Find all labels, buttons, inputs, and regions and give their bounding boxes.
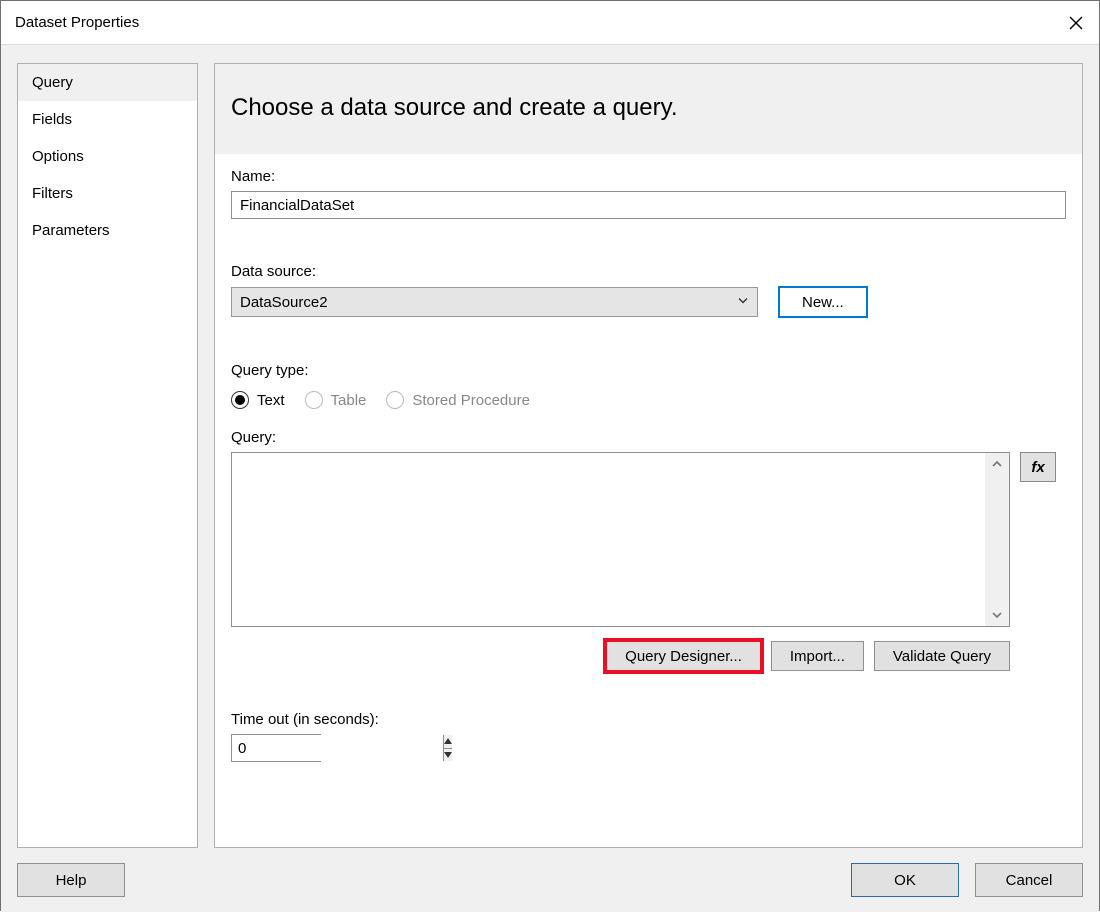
- query-textarea-wrap: [231, 452, 1010, 627]
- button-label: Cancel: [1006, 872, 1053, 889]
- name-input[interactable]: [231, 191, 1066, 219]
- help-button[interactable]: Help: [17, 863, 125, 897]
- button-label: Query Designer...: [625, 648, 742, 665]
- timeout-spinner: [231, 734, 321, 762]
- fx-icon: fx: [1031, 459, 1044, 476]
- window-title: Dataset Properties: [15, 14, 139, 31]
- spin-down-button[interactable]: [444, 748, 452, 762]
- panel-heading: Choose a data source and create a query.: [231, 94, 1066, 122]
- radio-label: Table: [331, 392, 367, 409]
- chevron-down-icon: [737, 294, 749, 311]
- expression-button[interactable]: fx: [1020, 452, 1056, 482]
- scrollbar[interactable]: [985, 453, 1009, 626]
- sidebar-item-query[interactable]: Query: [18, 64, 197, 101]
- category-sidebar: Query Fields Options Filters Parameters: [17, 63, 198, 848]
- radio-table: Table: [305, 391, 367, 409]
- query-type-label: Query type:: [231, 362, 1066, 379]
- radio-label: Stored Procedure: [412, 392, 530, 409]
- radio-icon: [386, 391, 404, 409]
- sidebar-item-options[interactable]: Options: [18, 138, 197, 175]
- ok-button[interactable]: OK: [851, 863, 959, 897]
- button-label: Import...: [790, 648, 845, 665]
- radio-label: Text: [257, 392, 285, 409]
- sidebar-item-label: Filters: [32, 185, 73, 202]
- radio-stored-procedure: Stored Procedure: [386, 391, 530, 409]
- validate-query-button[interactable]: Validate Query: [874, 641, 1010, 671]
- radio-text[interactable]: Text: [231, 391, 285, 409]
- data-source-dropdown[interactable]: DataSource2: [231, 287, 758, 317]
- main-panel: Choose a data source and create a query.…: [214, 63, 1083, 848]
- sidebar-item-label: Parameters: [32, 222, 110, 239]
- import-button[interactable]: Import...: [771, 641, 864, 671]
- panel-header: Choose a data source and create a query.: [215, 64, 1082, 154]
- scroll-up-icon[interactable]: [985, 453, 1009, 475]
- close-icon: [1069, 16, 1083, 30]
- sidebar-item-fields[interactable]: Fields: [18, 101, 197, 138]
- titlebar: Dataset Properties: [1, 1, 1099, 45]
- cancel-button[interactable]: Cancel: [975, 863, 1083, 897]
- close-button[interactable]: [1053, 1, 1099, 45]
- new-data-source-button[interactable]: New...: [778, 286, 868, 318]
- spin-up-button[interactable]: [444, 735, 452, 748]
- button-label: OK: [894, 872, 916, 889]
- query-type-radios: Text Table Stored Procedure: [231, 391, 1066, 409]
- sidebar-item-label: Fields: [32, 111, 72, 128]
- query-designer-button[interactable]: Query Designer...: [606, 641, 761, 671]
- sidebar-item-parameters[interactable]: Parameters: [18, 212, 197, 249]
- radio-icon: [231, 391, 249, 409]
- dialog-body: Query Fields Options Filters Parameters …: [1, 45, 1099, 848]
- sidebar-item-filters[interactable]: Filters: [18, 175, 197, 212]
- radio-icon: [305, 391, 323, 409]
- data-source-label: Data source:: [231, 263, 1066, 280]
- button-label: Help: [56, 872, 87, 889]
- scroll-down-icon[interactable]: [985, 604, 1009, 626]
- name-label: Name:: [231, 168, 1066, 185]
- timeout-input[interactable]: [232, 735, 443, 761]
- dialog-footer: Help OK Cancel: [1, 848, 1099, 912]
- timeout-label: Time out (in seconds):: [231, 711, 1066, 728]
- button-label: Validate Query: [893, 648, 991, 665]
- sidebar-item-label: Query: [32, 74, 73, 91]
- query-textarea[interactable]: [232, 453, 985, 626]
- button-label: New...: [802, 294, 844, 311]
- sidebar-item-label: Options: [32, 148, 84, 165]
- query-label: Query:: [231, 429, 1066, 446]
- data-source-value: DataSource2: [240, 294, 328, 311]
